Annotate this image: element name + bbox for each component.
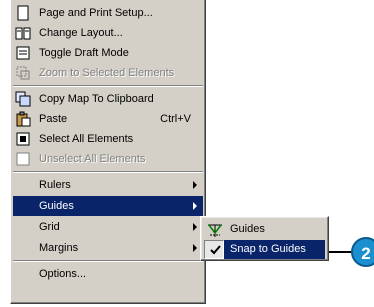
submenu-item-label: Snap to Guides [230,243,306,255]
menu-item-options[interactable]: Options... [13,264,203,284]
layout-context-menu: Page and Print Setup... Change Layout...… [10,0,206,304]
step-callout-badge: 2 [351,237,374,267]
menu-item-rulers[interactable]: Rulers [13,175,203,195]
unselect-all-icon [16,152,30,166]
submenu-arrow-icon [193,202,197,210]
menu-item-label: Select All Elements [39,133,134,145]
menu-item-toggle-draft-mode[interactable]: Toggle Draft Mode [13,43,203,63]
submenu-item-snap-to-guides[interactable]: Snap to Guides [204,240,325,259]
menu-separator [13,85,203,87]
menu-item-label: Grid [39,221,60,233]
shortcut-label: Ctrl+V [160,113,191,125]
menu-item-guides[interactable]: Guides [13,196,203,216]
select-all-icon [16,132,30,146]
menu-item-label: Options... [39,268,87,280]
menu-item-copy-map[interactable]: Copy Map To Clipboard [13,89,203,109]
menu-item-label: Paste [39,113,68,125]
menu-item-select-all[interactable]: Select All Elements [13,129,203,149]
copy-map-icon [15,91,31,107]
menu-item-paste[interactable]: Paste Ctrl+V [13,109,203,129]
submenu-arrow-icon [193,223,197,231]
submenu-arrow-icon [193,244,197,252]
menu-separator [13,260,203,262]
check-icon [210,245,221,255]
guides-icon [208,224,222,237]
guides-submenu: Guides Snap to Guides [200,216,329,261]
menu-item-page-print-setup[interactable]: Page and Print Setup... [13,3,203,23]
menu-item-label: Page and Print Setup... [39,7,153,19]
menu-item-label: Rulers [39,179,71,191]
menu-item-zoom-selected: Zoom to Selected Elements [13,63,203,83]
submenu-item-guides[interactable]: Guides [204,220,325,239]
paste-icon [16,111,31,127]
zoom-selected-icon [16,66,30,80]
submenu-arrow-icon [193,181,197,189]
menu-item-label: Copy Map To Clipboard [39,93,154,105]
menu-item-label: Zoom to Selected Elements [39,67,175,79]
draft-mode-icon [16,46,30,60]
change-layout-icon [15,27,31,40]
menu-item-change-layout[interactable]: Change Layout... [13,23,203,43]
menu-item-unselect-all: Unselect All Elements [13,149,203,169]
menu-item-margins[interactable]: Margins [13,238,203,258]
menu-item-label: Toggle Draft Mode [39,47,129,59]
menu-item-label: Guides [39,200,74,212]
submenu-item-label: Guides [230,223,265,235]
menu-separator [13,171,203,173]
menu-item-label: Change Layout... [39,27,123,39]
menu-item-grid[interactable]: Grid [13,217,203,237]
menu-item-label: Unselect All Elements [39,153,146,165]
page-setup-icon [17,5,29,21]
menu-item-label: Margins [39,242,79,254]
